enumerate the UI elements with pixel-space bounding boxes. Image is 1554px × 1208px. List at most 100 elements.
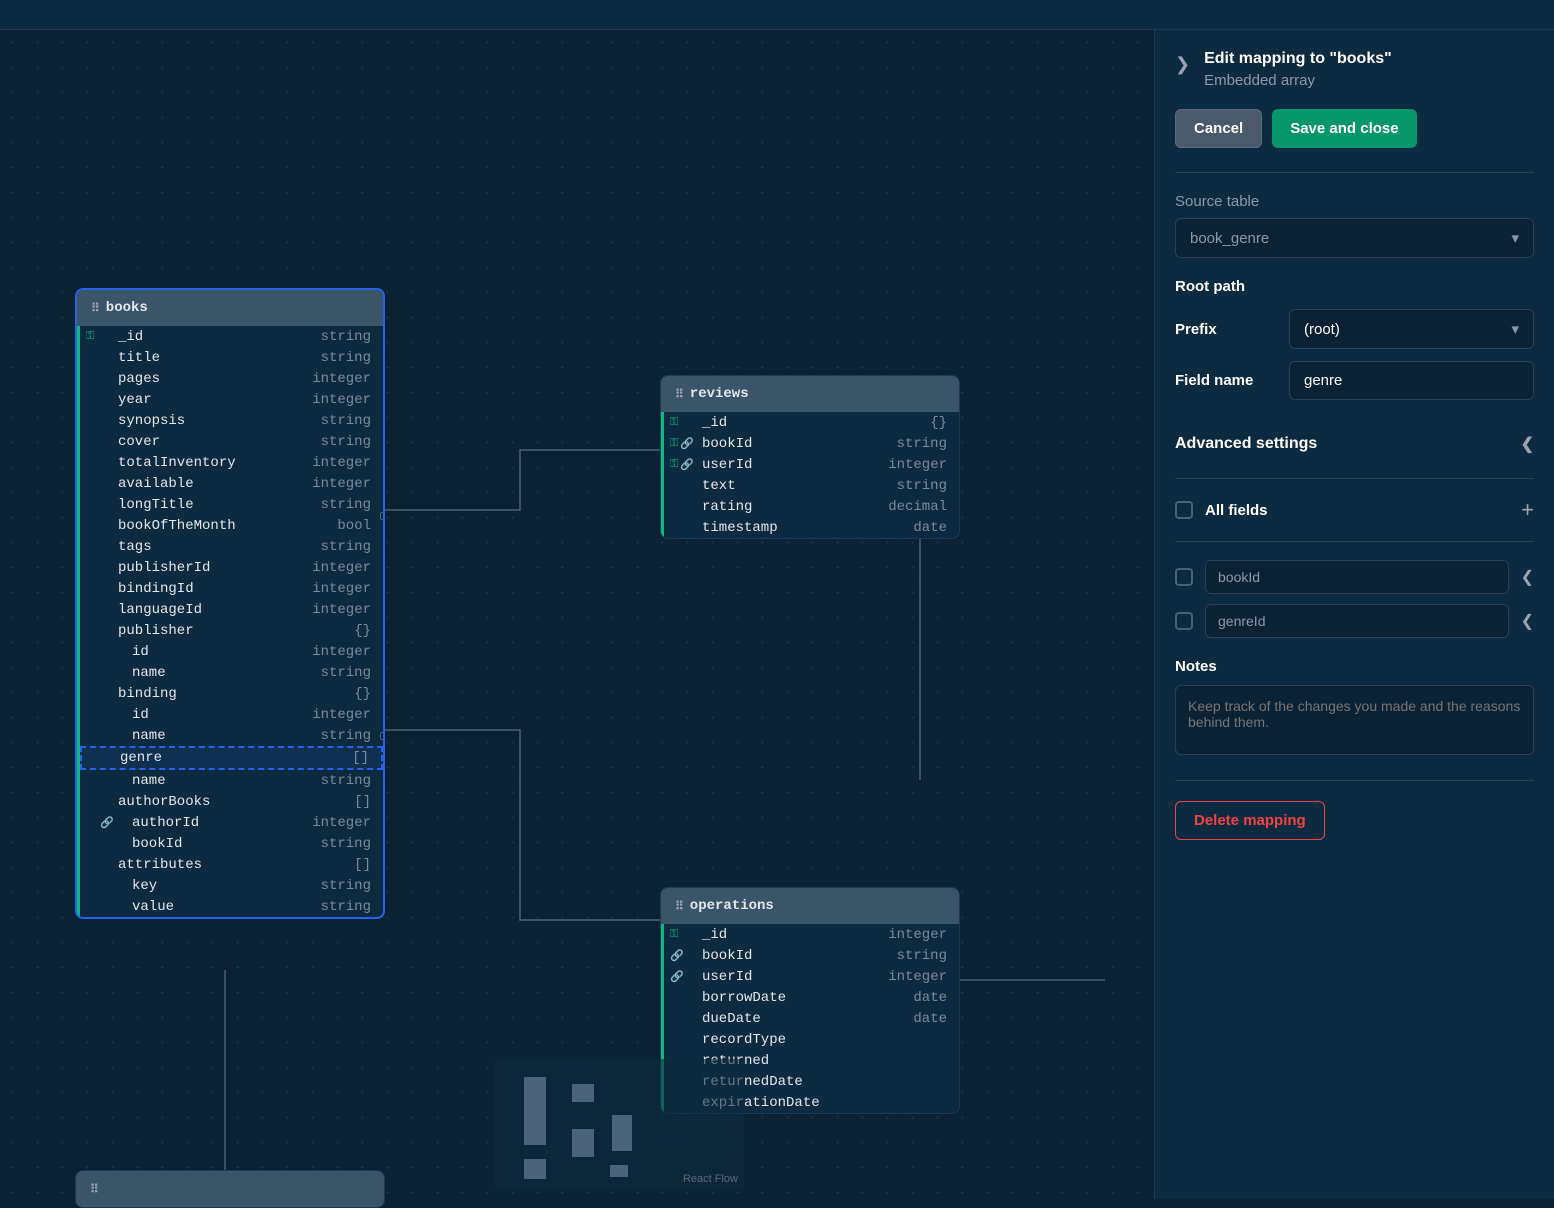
field-name: id [132, 644, 312, 660]
entity-reviews[interactable]: ⠿ reviews ⚿_id{}⚿🔗bookIdstring⚿🔗userIdin… [660, 375, 960, 539]
entity-header-operations[interactable]: ⠿ operations [661, 888, 959, 924]
field-row[interactable]: 🔗authorIdinteger [80, 812, 383, 833]
field-id-input[interactable]: genreId [1205, 604, 1509, 638]
advanced-settings-toggle[interactable]: Advanced settings ❮ [1175, 420, 1534, 468]
field-type: integer [312, 392, 371, 408]
key-icon: ⚿ [670, 438, 678, 450]
field-row[interactable]: 🔗userIdinteger [664, 966, 959, 987]
field-row[interactable]: bookOfTheMonthbool [80, 515, 383, 536]
diagram-canvas[interactable]: ⠿ books ⚿_idstringtitlestringpagesintege… [0, 30, 1154, 1199]
field-row[interactable]: ⚿🔗userIdinteger [664, 454, 959, 475]
field-row[interactable]: languageIdinteger [80, 599, 383, 620]
field-type: date [913, 520, 947, 536]
field-row[interactable]: binding{} [80, 683, 383, 704]
field-name: _id [118, 329, 321, 345]
field-name: bookId [702, 948, 897, 964]
field-type: integer [312, 560, 371, 576]
grip-icon: ⠿ [91, 301, 98, 316]
field-row[interactable]: namestring [80, 662, 383, 683]
field-row[interactable]: bookIdstring [80, 833, 383, 854]
prefix-select[interactable]: (root) ▾ [1289, 309, 1534, 349]
field-name: text [702, 478, 897, 494]
save-button[interactable]: Save and close [1272, 109, 1416, 148]
top-bar [0, 0, 1554, 30]
field-row[interactable]: timestampdate [664, 517, 959, 538]
entity-title [105, 1181, 113, 1197]
key-icon: ⚿ [670, 929, 678, 941]
field-row[interactable]: yearinteger [80, 389, 383, 410]
field-row[interactable]: longTitlestring [80, 494, 383, 515]
plus-icon[interactable]: + [1521, 497, 1534, 523]
notes-textarea[interactable] [1175, 685, 1534, 755]
field-row[interactable]: pagesinteger [80, 368, 383, 389]
entity-header-partial[interactable]: ⠿ [76, 1171, 384, 1207]
field-row[interactable]: valuestring [80, 896, 383, 917]
minimap[interactable]: React Flow [494, 1059, 744, 1189]
field-name: name [132, 665, 321, 681]
connection-handle[interactable] [380, 732, 385, 740]
prefix-label: Prefix [1175, 321, 1275, 338]
field-type: integer [888, 927, 947, 943]
entity-header-reviews[interactable]: ⠿ reviews [661, 376, 959, 412]
field-name: publisher [118, 623, 354, 639]
field-check-row: bookId ❮ [1175, 560, 1534, 594]
field-row[interactable]: bindingIdinteger [80, 578, 383, 599]
field-type: integer [312, 707, 371, 723]
field-row[interactable]: availableinteger [80, 473, 383, 494]
chevron-left-icon[interactable]: ❮ [1521, 567, 1534, 587]
field-row[interactable]: textstring [664, 475, 959, 496]
entity-header-books[interactable]: ⠿ books [77, 290, 383, 326]
field-row[interactable]: ratingdecimal [664, 496, 959, 517]
field-name: _id [702, 415, 930, 431]
field-checkbox[interactable] [1175, 568, 1193, 586]
field-name: cover [118, 434, 321, 450]
chevron-right-icon[interactable]: ❯ [1175, 54, 1190, 75]
field-type: integer [312, 581, 371, 597]
field-row[interactable]: publisher{} [80, 620, 383, 641]
field-name: available [118, 476, 312, 492]
link-icon: 🔗 [680, 458, 694, 472]
field-type: integer [312, 455, 371, 471]
delete-mapping-button[interactable]: Delete mapping [1175, 801, 1325, 840]
entity-books[interactable]: ⠿ books ⚿_idstringtitlestringpagesintege… [75, 288, 385, 919]
field-row[interactable]: ⚿🔗bookIdstring [664, 433, 959, 454]
field-type: integer [312, 815, 371, 831]
field-row[interactable]: namestring [80, 770, 383, 791]
field-row[interactable]: ⚿_idstring [80, 326, 383, 347]
field-row[interactable]: tagsstring [80, 536, 383, 557]
field-row[interactable]: titlestring [80, 347, 383, 368]
cancel-button[interactable]: Cancel [1175, 109, 1262, 148]
connection-handle[interactable] [380, 512, 385, 520]
field-row[interactable]: keystring [80, 875, 383, 896]
field-row[interactable]: 🔗bookIdstring [664, 945, 959, 966]
field-name: borrowDate [702, 990, 913, 1006]
field-row[interactable]: idinteger [80, 704, 383, 725]
field-type: integer [312, 476, 371, 492]
field-row[interactable]: publisherIdinteger [80, 557, 383, 578]
chevron-left-icon[interactable]: ❮ [1521, 611, 1534, 631]
field-id-input[interactable]: bookId [1205, 560, 1509, 594]
field-row[interactable]: totalInventoryinteger [80, 452, 383, 473]
field-type: decimal [888, 499, 947, 515]
field-row[interactable]: ⚿_id{} [664, 412, 959, 433]
field-row[interactable]: synopsisstring [80, 410, 383, 431]
field-row[interactable]: recordType [664, 1029, 959, 1050]
field-checkbox[interactable] [1175, 612, 1193, 630]
field-name-input[interactable] [1289, 361, 1534, 400]
all-fields-checkbox[interactable] [1175, 501, 1193, 519]
field-row[interactable]: idinteger [80, 641, 383, 662]
source-table-select[interactable]: book_genre ▾ [1175, 218, 1534, 258]
entity-partial-bottom[interactable]: ⠿ [75, 1170, 385, 1208]
grip-icon: ⠿ [675, 899, 682, 914]
field-type: string [321, 350, 371, 366]
field-row[interactable]: genre[] [80, 746, 383, 770]
field-row[interactable]: namestring [80, 725, 383, 746]
field-row[interactable]: coverstring [80, 431, 383, 452]
field-row[interactable]: dueDatedate [664, 1008, 959, 1029]
field-row[interactable]: borrowDatedate [664, 987, 959, 1008]
entity-body-books: ⚿_idstringtitlestringpagesintegeryearint… [77, 326, 383, 917]
field-type: {} [930, 415, 947, 431]
field-row[interactable]: ⚿_idinteger [664, 924, 959, 945]
field-row[interactable]: authorBooks[] [80, 791, 383, 812]
field-row[interactable]: attributes[] [80, 854, 383, 875]
